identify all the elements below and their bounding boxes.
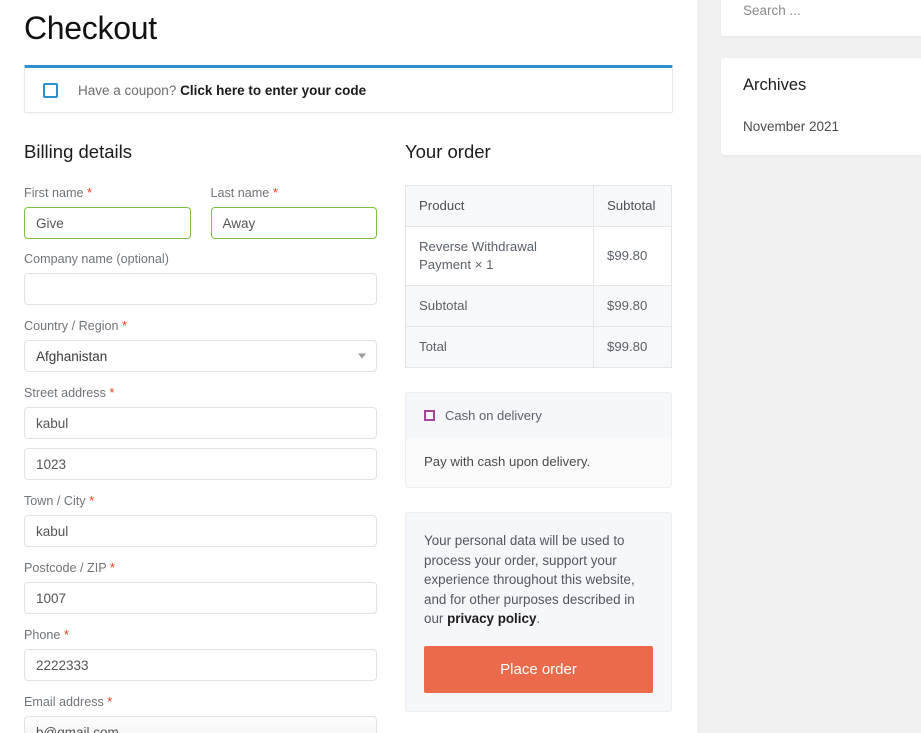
your-order-section: Your order Product Subtotal Reverse With…	[405, 141, 672, 733]
country-region-label: Country / Region *	[24, 318, 377, 334]
required-marker: *	[109, 560, 115, 575]
street-address-label: Street address *	[24, 385, 377, 401]
order-subtotal-label: Subtotal	[405, 285, 594, 327]
order-product-amount: $99.80	[593, 226, 672, 286]
billing-section-title: Billing details	[24, 141, 132, 162]
payment-method-label: Cash on delivery	[445, 408, 542, 423]
field-postcode-zip: Postcode / ZIP * 1007	[24, 560, 377, 614]
order-product-name: Reverse Withdrawal Payment × 1	[405, 226, 594, 286]
email-address-label: Email address *	[24, 694, 377, 710]
email-address-label-text: Email address	[24, 695, 104, 709]
order-table-head: Product Subtotal	[405, 185, 672, 227]
order-total-label: Total	[405, 326, 594, 368]
order-header-subtotal: Subtotal	[593, 185, 672, 227]
postcode-zip-label-text: Postcode / ZIP	[24, 561, 107, 575]
first-name-label: First name *	[24, 185, 191, 201]
street-address-line2-input[interactable]: 1023	[24, 448, 377, 480]
checkout-page: Checkout Have a coupon? Click here to en…	[0, 0, 921, 733]
place-order-button[interactable]: Place order	[424, 645, 653, 693]
street-address-line1-input[interactable]: kabul	[24, 407, 377, 439]
radio-selected-icon[interactable]	[424, 410, 435, 421]
phone-label: Phone *	[24, 627, 377, 643]
order-summary-table: Product Subtotal Reverse Withdrawal Paym…	[405, 185, 672, 368]
payment-method-description: Pay with cash upon delivery.	[406, 438, 671, 487]
order-table-body: Reverse Withdrawal Payment × 1 $99.80 Su…	[405, 226, 672, 368]
payment-methods-box: Cash on delivery Pay with cash upon deli…	[405, 392, 672, 488]
company-name-label: Company name (optional)	[24, 252, 169, 266]
checkout-body: Billing details First name * Give Last n…	[24, 141, 673, 733]
privacy-policy-link[interactable]: privacy policy	[447, 611, 536, 626]
postcode-zip-input[interactable]: 1007	[24, 582, 377, 614]
archives-widget-title: Archives	[743, 76, 807, 94]
field-street-address: Street address * kabul 1023	[24, 385, 377, 480]
required-marker: *	[86, 185, 93, 200]
field-phone: Phone * 2222333	[24, 627, 377, 681]
phone-input[interactable]: 2222333	[24, 649, 377, 681]
field-town-city: Town / City * kabul	[24, 493, 377, 547]
required-marker: *	[107, 694, 113, 709]
archives-widget: Archives November 2021	[721, 58, 921, 155]
privacy-text-after: .	[536, 611, 541, 626]
postcode-zip-label: Postcode / ZIP *	[24, 560, 377, 576]
required-marker: *	[89, 493, 95, 508]
table-row: Reverse Withdrawal Payment × 1 $99.80	[405, 226, 672, 286]
order-total-amount: $99.80	[593, 326, 672, 368]
order-table-header-row: Product Subtotal	[405, 185, 672, 227]
field-company-name: Company name (optional)	[24, 252, 377, 305]
required-marker: *	[63, 627, 69, 642]
country-region-label-text: Country / Region	[24, 319, 119, 333]
page-title: Checkout	[24, 10, 157, 46]
coupon-prompt-text: Have a coupon?	[78, 82, 181, 98]
payment-method-cash-on-delivery[interactable]: Cash on delivery	[406, 393, 671, 438]
field-email-address: Email address * b@gmail.com	[24, 694, 377, 733]
coupon-link[interactable]: Click here to enter your code	[180, 83, 366, 98]
first-name-input[interactable]: Give	[24, 207, 191, 239]
sidebar: Search ... Archives November 2021	[721, 0, 921, 177]
phone-label-text: Phone	[24, 628, 61, 642]
last-name-label-text: Last name	[210, 186, 270, 200]
first-name-label-text: First name	[24, 186, 84, 200]
country-region-select[interactable]: Afghanistan	[24, 340, 377, 372]
town-city-label: Town / City *	[24, 493, 377, 509]
table-row: Subtotal $99.80	[405, 285, 672, 327]
field-first-name: First name * Give	[24, 185, 191, 239]
coupon-notice[interactable]: Have a coupon? Click here to enter your …	[24, 65, 673, 113]
billing-details-section: Billing details First name * Give Last n…	[24, 141, 377, 733]
street-address-label-text: Street address	[24, 386, 106, 400]
order-header-product: Product	[405, 185, 594, 227]
field-country-region: Country / Region * Afghanistan	[24, 318, 377, 372]
required-marker: *	[272, 185, 278, 200]
order-section-title: Your order	[405, 141, 491, 162]
required-marker: *	[109, 385, 115, 400]
last-name-input[interactable]: Away	[210, 207, 377, 239]
privacy-and-submit-box: Your personal data will be used to proce…	[405, 512, 672, 712]
table-row: Total $99.80	[405, 326, 672, 368]
search-input[interactable]: Search ...	[743, 0, 921, 22]
name-row: First name * Give Last name * Away	[24, 185, 377, 252]
last-name-label: Last name *	[211, 185, 378, 201]
search-widget: Search ...	[721, 0, 921, 36]
main-content-column: Checkout Have a coupon? Click here to en…	[0, 0, 697, 733]
company-name-input[interactable]	[24, 273, 377, 305]
town-city-input[interactable]: kabul	[24, 515, 377, 547]
required-marker: *	[122, 318, 128, 333]
order-subtotal-amount: $99.80	[593, 285, 672, 327]
coupon-prompt: Have a coupon? Click here to enter your …	[78, 83, 366, 98]
country-select-wrap: Afghanistan	[24, 340, 377, 372]
field-last-name: Last name * Away	[210, 185, 378, 239]
town-city-label-text: Town / City	[24, 494, 86, 508]
email-address-input[interactable]: b@gmail.com	[24, 716, 377, 733]
privacy-policy-text: Your personal data will be used to proce…	[424, 531, 653, 629]
coupon-square-icon	[43, 82, 58, 98]
archives-item-november-2021[interactable]: November 2021	[743, 117, 921, 137]
